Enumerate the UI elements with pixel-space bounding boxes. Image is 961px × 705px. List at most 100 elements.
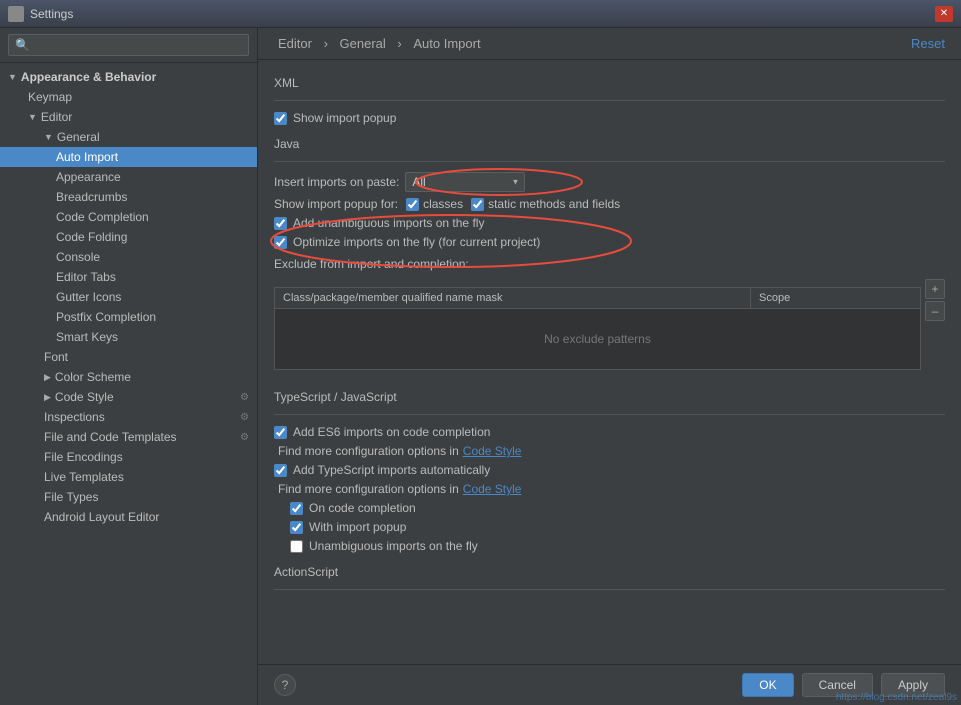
sidebar-item-general[interactable]: ▼ General (0, 127, 257, 147)
unambiguous-imports-row: Unambiguous imports on the fly (274, 539, 945, 553)
gear-icon-code-style: ⚙ (240, 392, 249, 403)
exclude-table: Class/package/member qualified name mask… (274, 287, 921, 370)
sidebar-item-breadcrumbs[interactable]: Breadcrumbs (0, 187, 257, 207)
add-es6-label[interactable]: Add ES6 imports on code completion (274, 425, 490, 439)
sidebar-item-live-templates[interactable]: Live Templates (0, 467, 257, 487)
code-style-link-2[interactable]: Code Style (463, 482, 522, 496)
as-divider (274, 589, 945, 590)
reset-link[interactable]: Reset (911, 36, 945, 51)
breadcrumb-part3: Auto Import (413, 36, 480, 51)
unambiguous-imports-checkbox[interactable] (290, 540, 303, 553)
sidebar-item-color-scheme[interactable]: ▶ Color Scheme (0, 367, 257, 387)
sidebar-item-editor-tabs[interactable]: Editor Tabs (0, 267, 257, 287)
table-buttons: + – (925, 279, 945, 323)
java-divider (274, 161, 945, 162)
sidebar-item-font[interactable]: Font (0, 347, 257, 367)
unambiguous-imports-label[interactable]: Unambiguous imports on the fly (290, 539, 478, 553)
sidebar-item-keymap[interactable]: Keymap (0, 87, 257, 107)
titlebar: Settings ✕ (0, 0, 961, 28)
on-code-completion-label[interactable]: On code completion (290, 501, 416, 515)
sidebar-item-appearance[interactable]: Appearance (0, 167, 257, 187)
breadcrumb-bar: Editor › General › Auto Import Reset (258, 28, 961, 60)
panel-body: XML Show import popup Java Insert import… (258, 60, 961, 664)
sidebar-tree: ▼ Appearance & Behavior Keymap ▼ Editor … (0, 63, 257, 705)
close-button[interactable]: ✕ (935, 6, 953, 22)
sidebar-item-code-folding[interactable]: Code Folding (0, 227, 257, 247)
static-methods-label[interactable]: static methods and fields (471, 197, 620, 211)
add-typescript-row: Add TypeScript imports automatically (274, 463, 945, 477)
classes-label[interactable]: classes (406, 197, 463, 211)
sidebar-item-editor[interactable]: ▼ Editor (0, 107, 257, 127)
add-unambiguous-label[interactable]: Add unambiguous imports on the fly (274, 216, 484, 230)
xml-show-import-popup-label[interactable]: Show import popup (274, 111, 396, 125)
optimize-imports-checkbox[interactable] (274, 236, 287, 249)
sidebar-item-file-types[interactable]: File Types (0, 487, 257, 507)
insert-imports-select[interactable]: All Ask None (405, 172, 525, 192)
sidebar-item-postfix-completion[interactable]: Postfix Completion (0, 307, 257, 327)
with-import-popup-checkbox[interactable] (290, 521, 303, 534)
sidebar-item-auto-import[interactable]: Auto Import (0, 147, 257, 167)
code-style-link-1[interactable]: Code Style (463, 444, 522, 458)
add-typescript-label[interactable]: Add TypeScript imports automatically (274, 463, 490, 477)
exclude-table-wrapper: Class/package/member qualified name mask… (274, 279, 945, 378)
triangle-color: ▶ (44, 372, 51, 383)
exclude-label: Exclude from import and completion: (274, 257, 945, 271)
sidebar-item-code-completion[interactable]: Code Completion (0, 207, 257, 227)
ok-button[interactable]: OK (742, 673, 793, 697)
actionscript-title: ActionScript (274, 565, 945, 579)
add-exclude-button[interactable]: + (925, 279, 945, 299)
add-es6-checkbox[interactable] (274, 426, 287, 439)
find-more-2-text: Find more configuration options in (278, 482, 459, 496)
sidebar-item-code-style[interactable]: ▶ Code Style ⚙ (0, 387, 257, 407)
show-import-popup-for-label: Show import popup for: (274, 197, 398, 211)
classes-checkbox[interactable] (406, 198, 419, 211)
xml-show-import-popup-checkbox[interactable] (274, 112, 287, 125)
table-empty-text: No exclude patterns (544, 332, 651, 346)
on-code-completion-row: On code completion (274, 501, 945, 515)
sidebar-item-smart-keys[interactable]: Smart Keys (0, 327, 257, 347)
breadcrumb-part1: Editor (278, 36, 312, 51)
with-import-popup-label[interactable]: With import popup (290, 520, 406, 534)
static-methods-checkbox[interactable] (471, 198, 484, 211)
app-icon (8, 6, 24, 22)
insert-imports-label: Insert imports on paste: (274, 175, 399, 189)
optimize-imports-row: Optimize imports on the fly (for current… (274, 235, 945, 249)
on-code-completion-checkbox[interactable] (290, 502, 303, 515)
insert-imports-row: Insert imports on paste: All Ask None (274, 172, 945, 192)
actionscript-section: ActionScript (274, 565, 945, 590)
table-col2: Scope (751, 288, 920, 308)
show-import-popup-for-row: Show import popup for: classes static me… (274, 197, 945, 211)
expand-triangle-editor: ▼ (28, 112, 37, 122)
add-typescript-checkbox[interactable] (274, 464, 287, 477)
table-col1: Class/package/member qualified name mask (275, 288, 751, 308)
typescript-title: TypeScript / JavaScript (274, 390, 945, 404)
typescript-section: TypeScript / JavaScript Add ES6 imports … (274, 390, 945, 553)
sidebar-item-appearance-behavior[interactable]: ▼ Appearance & Behavior (0, 67, 257, 87)
help-button[interactable]: ? (274, 674, 296, 696)
watermark: https://blog.csdn.net/zeal9s (836, 692, 957, 703)
insert-imports-select-wrapper: All Ask None (405, 172, 525, 192)
breadcrumb-arrow1: › (324, 36, 332, 51)
search-box (0, 28, 257, 63)
breadcrumb-arrow2: › (397, 36, 405, 51)
window-title: Settings (30, 7, 935, 21)
settings-window: Settings ✕ ▼ Appearance & Behavior Keyma… (0, 0, 961, 705)
highlighted-options: Add unambiguous imports on the fly Optim… (274, 216, 945, 249)
add-unambiguous-checkbox[interactable] (274, 217, 287, 230)
main-content: ▼ Appearance & Behavior Keymap ▼ Editor … (0, 28, 961, 705)
sidebar-item-gutter-icons[interactable]: Gutter Icons (0, 287, 257, 307)
sidebar-item-file-code-templates[interactable]: File and Code Templates ⚙ (0, 427, 257, 447)
remove-exclude-button[interactable]: – (925, 301, 945, 321)
sidebar-item-inspections[interactable]: Inspections ⚙ (0, 407, 257, 427)
xml-show-import-popup-row: Show import popup (274, 111, 945, 125)
sidebar-item-android-layout-editor[interactable]: Android Layout Editor (0, 507, 257, 527)
xml-section-title: XML (274, 76, 945, 90)
table-body: No exclude patterns (275, 309, 920, 369)
optimize-imports-label[interactable]: Optimize imports on the fly (for current… (274, 235, 540, 249)
add-es6-row: Add ES6 imports on code completion (274, 425, 945, 439)
sidebar-item-file-encodings[interactable]: File Encodings (0, 447, 257, 467)
sidebar-item-console[interactable]: Console (0, 247, 257, 267)
gear-icon-inspections: ⚙ (240, 412, 249, 423)
search-input[interactable] (8, 34, 249, 56)
breadcrumb: Editor › General › Auto Import (274, 36, 485, 51)
